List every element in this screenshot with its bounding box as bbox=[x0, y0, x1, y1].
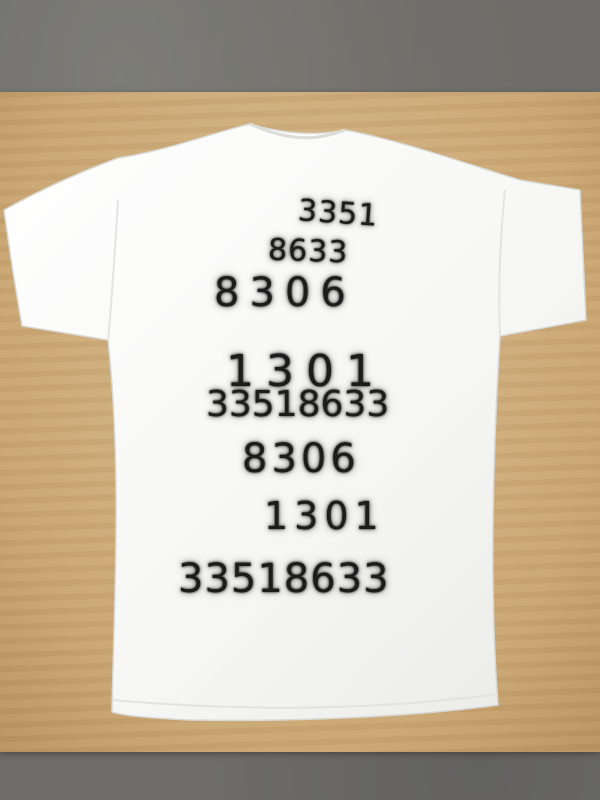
painted-number-line-1: 3351 bbox=[296, 193, 380, 234]
painted-number-line-6: 8306 bbox=[242, 436, 360, 482]
painted-number-line-8: 33518633 bbox=[178, 556, 390, 602]
painted-number-line-3: 8306 bbox=[214, 270, 356, 316]
painted-number-line-7: 1301 bbox=[264, 494, 385, 538]
painted-number-line-2: 8633 bbox=[267, 232, 349, 271]
t-shirt: 3351 8633 8306 1301 33518633 8306 1301 3… bbox=[0, 0, 600, 800]
painted-number-line-5: 33518633 bbox=[206, 384, 390, 425]
